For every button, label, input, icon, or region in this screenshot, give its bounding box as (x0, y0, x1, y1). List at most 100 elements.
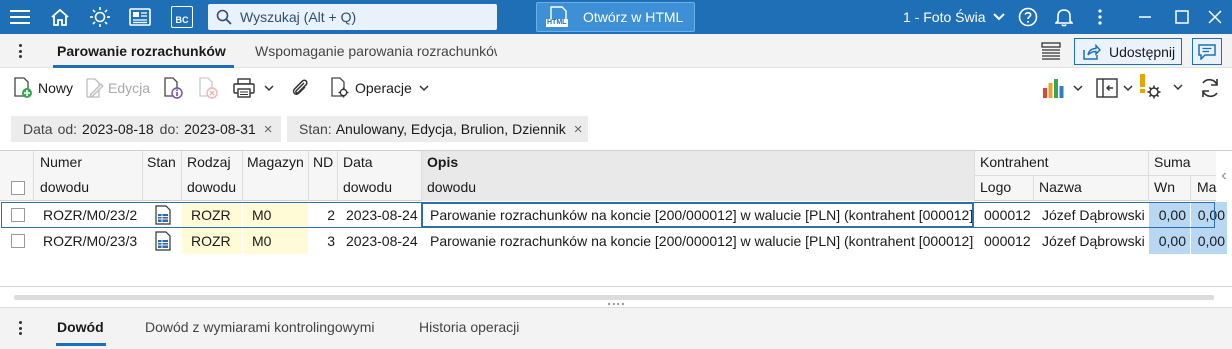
row-checkbox[interactable] (11, 208, 25, 222)
more-options-icon[interactable] (1083, 0, 1117, 34)
tab-parowanie-rozrachunkow[interactable]: Parowanie rozrachunków (53, 34, 234, 68)
state-filter-label: Stan: (299, 121, 332, 137)
bc-icon[interactable]: BC (162, 0, 202, 34)
settings-warning-icon (1140, 74, 1161, 99)
cell-nd: 2 (327, 207, 335, 223)
sun-icon[interactable] (80, 0, 120, 34)
state-filter-value: Anulowany, Edycja, Brulion, Dziennik (335, 121, 566, 137)
delete-document-icon (199, 77, 218, 99)
new-button[interactable]: Nowy (12, 76, 73, 100)
remove-date-filter-icon[interactable]: × (264, 121, 273, 138)
remove-state-filter-icon[interactable]: × (574, 121, 583, 138)
date-from-value: 2023-08-18 (82, 121, 154, 137)
cell-ma: 0,00 (1191, 202, 1227, 228)
top-bar: BC Wyszukaj (Alt + Q) HTML Otwórz w HTML… (0, 0, 1232, 34)
chevron-down-icon (1123, 85, 1133, 92)
select-all-checkbox[interactable] (11, 181, 25, 195)
col-header-wn[interactable]: Wn (1154, 179, 1175, 195)
cell-wn: 0,00 (1149, 202, 1190, 228)
cell-logo: 000012 (984, 233, 1031, 249)
cell-magazyn: M0 (243, 202, 308, 228)
operations-label: Operacje (355, 80, 412, 96)
tab-wspomaganie-parowania[interactable]: Wspomaganie parowania rozrachunków (255, 34, 497, 68)
document-gear-icon (331, 77, 349, 98)
new-label: Nowy (38, 80, 74, 96)
paperclip-icon (292, 79, 308, 95)
share-button[interactable]: Udostępnij (1074, 38, 1182, 65)
tab-historia-operacji[interactable]: Historia operacji (419, 308, 519, 348)
col-header-data[interactable]: Data (343, 154, 373, 170)
delete-document-button[interactable] (197, 76, 219, 100)
scroll-columns-left-icon[interactable]: ‹ (1216, 151, 1232, 201)
tab-dowod[interactable]: Dowód (56, 308, 106, 348)
col-header-logo[interactable]: Logo (980, 179, 1011, 195)
home-icon[interactable] (40, 0, 80, 34)
table-row[interactable]: ROZR/M0/23/3 ROZR M0 3 2023-08-24 Parowa… (0, 228, 1227, 254)
row-checkbox[interactable] (11, 234, 25, 248)
scrollbar-thumb[interactable] (14, 295, 1214, 300)
date-filter-chip[interactable]: Data od: 2023-08-18 do: 2023-08-31 × (11, 116, 281, 142)
cell-opis: Parowanie rozrachunków na koncie [200/00… (430, 233, 974, 249)
opis-header-highlight (421, 151, 974, 201)
col-header-suma[interactable]: Suma (1154, 154, 1191, 170)
cell-rodzaj: ROZR (182, 202, 242, 228)
newspaper-icon[interactable] (120, 0, 160, 34)
detail-tabs-menu-icon[interactable] (12, 320, 28, 336)
close-icon[interactable] (1198, 0, 1232, 34)
cell-rodzaj: ROZR (182, 228, 242, 254)
refresh-icon (1202, 78, 1218, 98)
edit-document-icon (86, 78, 104, 98)
refresh-button[interactable] (1199, 76, 1221, 100)
share-icon (1083, 43, 1101, 60)
charts-button[interactable] (1042, 76, 1084, 100)
chevron-down-icon (1173, 84, 1183, 91)
action-toolbar: Nowy Edycja Operacje (0, 68, 1232, 108)
edit-button[interactable]: Edycja (84, 76, 150, 100)
col-header-magazyn[interactable]: Magazyn (247, 154, 304, 170)
state-filter-chip[interactable]: Stan: Anulowany, Edycja, Brulion, Dzienn… (287, 116, 588, 142)
open-in-html-button[interactable]: HTML Otwórz w HTML (536, 2, 695, 32)
col-header-numer-sub: dowodu (40, 179, 90, 195)
operations-menu-button[interactable]: Operacje (329, 76, 430, 100)
table-row[interactable]: ROZR/M0/23/2 ROZR M0 2 2023-08-24 Parowa… (0, 202, 1227, 228)
col-header-opis-sub: dowodu (427, 179, 477, 195)
filter-bar: Data od: 2023-08-18 do: 2023-08-31 × Sta… (0, 108, 1232, 150)
share-label: Udostępnij (1109, 43, 1176, 60)
col-header-numer[interactable]: Numer (40, 154, 82, 170)
minimize-icon[interactable] (1128, 0, 1162, 34)
col-header-nd[interactable]: ND (313, 154, 333, 170)
help-icon[interactable] (1011, 0, 1045, 34)
bell-icon[interactable] (1047, 0, 1081, 34)
maximize-icon[interactable] (1165, 0, 1199, 34)
search-placeholder: Wyszukaj (Alt + Q) (240, 9, 357, 25)
company-selector[interactable]: 1 - Foto Świa (903, 0, 1006, 34)
tabs-menu-icon[interactable] (12, 43, 28, 59)
cell-data: 2023-08-24 (346, 233, 418, 249)
comments-button[interactable] (1192, 38, 1222, 65)
hamburger-icon[interactable] (0, 0, 40, 34)
col-header-rodzaj[interactable]: Rodzaj (187, 154, 231, 170)
col-header-kontrahent[interactable]: Kontrahent (980, 154, 1049, 170)
import-export-button[interactable] (1096, 76, 1134, 100)
print-button[interactable] (233, 76, 275, 100)
view-tabs-row: Parowanie rozrachunków Wspomaganie parow… (0, 34, 1232, 68)
col-header-ma[interactable]: Ma (1197, 179, 1216, 195)
document-info-button[interactable] (162, 76, 184, 100)
col-header-nazwa[interactable]: Nazwa (1039, 179, 1082, 195)
list-view-icon[interactable] (1041, 42, 1061, 63)
attachment-button[interactable] (290, 76, 310, 100)
cell-nazwa: Józef Dąbrowski (1042, 233, 1145, 249)
edit-label: Edycja (108, 80, 151, 96)
tab-dowod-wymiary[interactable]: Dowód z wymiarami kontrolingowymi (145, 308, 375, 348)
search-input[interactable]: Wyszukaj (Alt + Q) (208, 4, 497, 30)
col-header-stan[interactable]: Stan (147, 154, 176, 170)
cell-ma: 0,00 (1191, 228, 1227, 254)
settings-button[interactable] (1138, 72, 1184, 102)
chevron-down-icon (419, 85, 429, 92)
company-name: 1 - Foto Świa (903, 9, 986, 25)
chevron-down-icon (264, 85, 274, 92)
col-header-data-sub: dowodu (343, 179, 393, 195)
col-header-opis[interactable]: Opis (427, 154, 458, 170)
detail-tabs-row: Dowód Dowód z wymiarami kontrolingowymi … (0, 307, 1232, 349)
html-file-icon: HTML (545, 6, 569, 28)
